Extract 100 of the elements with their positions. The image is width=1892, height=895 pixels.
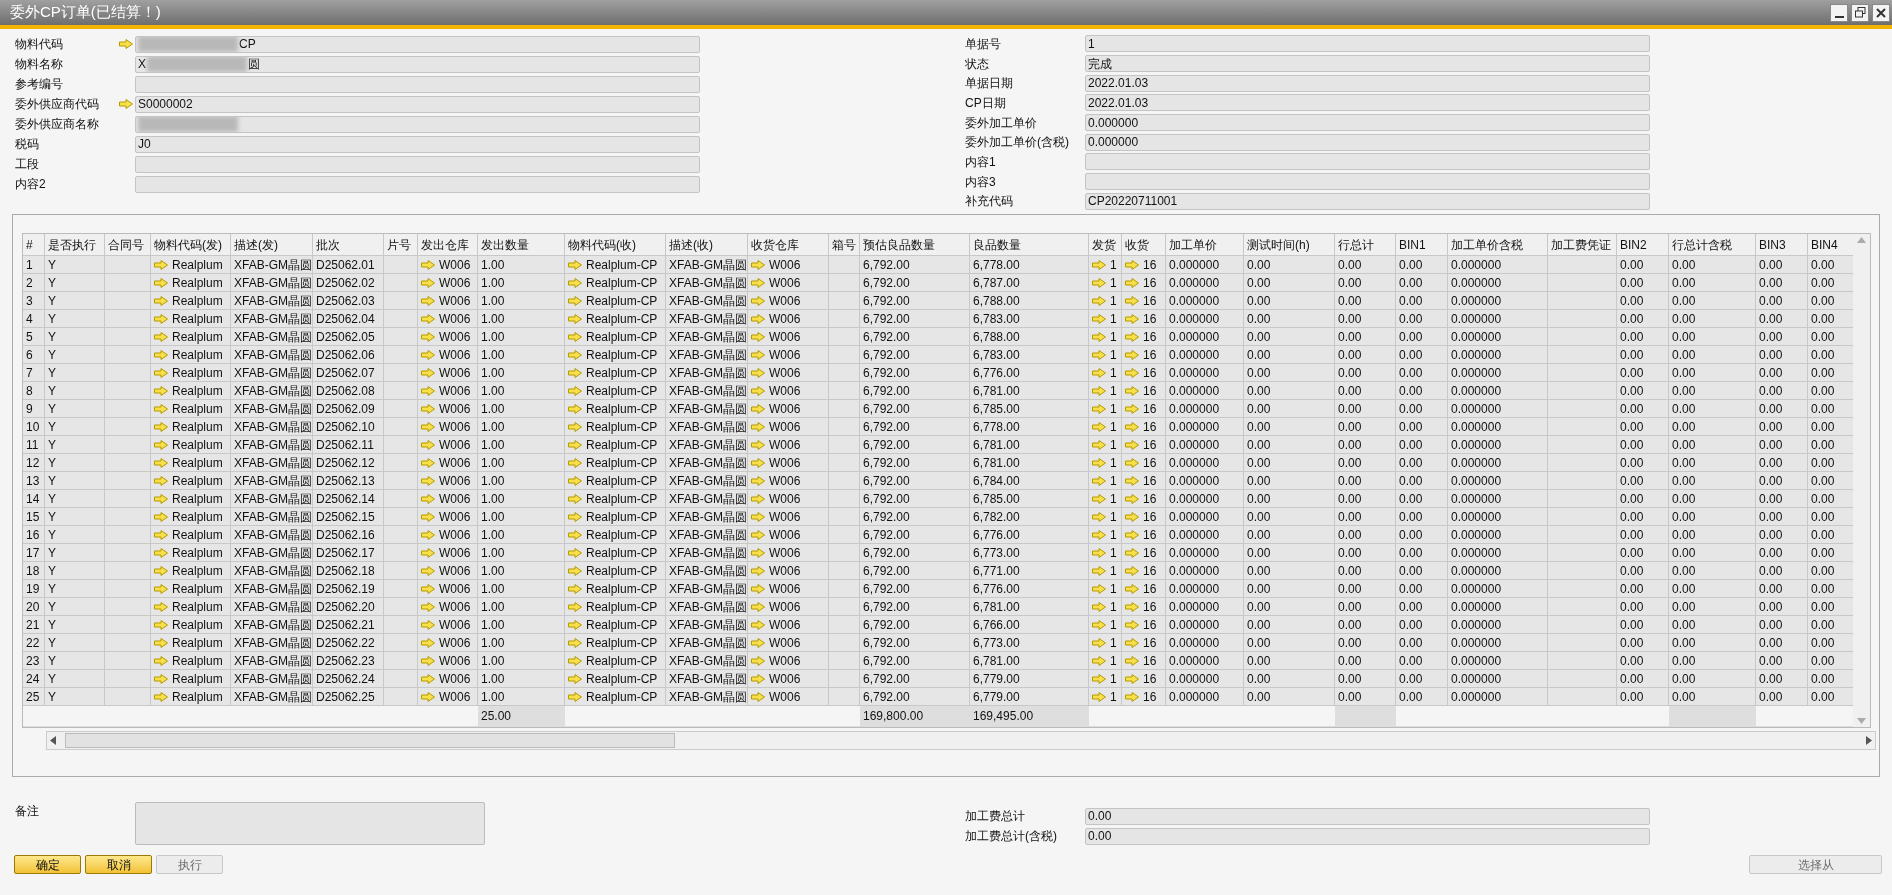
link-arrow-icon[interactable] bbox=[1092, 385, 1106, 396]
link-arrow-icon[interactable] bbox=[421, 583, 435, 594]
link-arrow-icon[interactable] bbox=[421, 457, 435, 468]
link-arrow-icon[interactable] bbox=[1125, 367, 1139, 378]
link-arrow-icon[interactable] bbox=[119, 39, 133, 49]
text-field[interactable] bbox=[135, 75, 700, 93]
text-field[interactable]: 2022.01.03 bbox=[1085, 94, 1650, 112]
link-arrow-icon[interactable] bbox=[154, 331, 168, 342]
link-arrow-icon[interactable] bbox=[421, 367, 435, 378]
text-field[interactable]: 完成 bbox=[1085, 55, 1650, 72]
link-arrow-icon[interactable] bbox=[119, 99, 133, 109]
link-arrow-icon[interactable] bbox=[751, 673, 765, 684]
link-arrow-icon[interactable] bbox=[568, 529, 582, 540]
link-arrow-icon[interactable] bbox=[421, 565, 435, 576]
table-row[interactable]: 5 Y Realplum XFAB-GM晶圆 D25062.05 W006 1.00 Realplum-CP XFAB-GM晶圆 W006 6,792.00 6,788.00 1 16 0.000000 0.00 0.00 0.00 0.000000 0.00 0.00 0.00 0.00 bbox=[23, 328, 1854, 346]
link-arrow-icon[interactable] bbox=[421, 259, 435, 270]
link-arrow-icon[interactable] bbox=[1092, 295, 1106, 306]
link-arrow-icon[interactable] bbox=[1092, 547, 1106, 558]
link-arrow-icon[interactable] bbox=[751, 439, 765, 450]
link-arrow-icon[interactable] bbox=[421, 385, 435, 396]
text-field[interactable] bbox=[1085, 173, 1650, 191]
link-arrow-icon[interactable] bbox=[1092, 349, 1106, 360]
link-arrow-icon[interactable] bbox=[154, 403, 168, 414]
link-arrow-icon[interactable] bbox=[568, 511, 582, 522]
link-arrow-icon[interactable] bbox=[751, 547, 765, 558]
horizontal-scrollbar[interactable] bbox=[46, 731, 1876, 750]
link-arrow-icon[interactable] bbox=[1125, 493, 1139, 504]
link-arrow-icon[interactable] bbox=[154, 421, 168, 432]
link-arrow-icon[interactable] bbox=[568, 439, 582, 450]
link-arrow-icon[interactable] bbox=[1125, 637, 1139, 648]
link-arrow-icon[interactable] bbox=[1092, 529, 1106, 540]
link-arrow-icon[interactable] bbox=[568, 565, 582, 576]
action-button[interactable]: 取消 bbox=[85, 855, 152, 874]
link-arrow-icon[interactable] bbox=[421, 403, 435, 414]
link-arrow-icon[interactable] bbox=[154, 619, 168, 630]
link-arrow-icon[interactable] bbox=[421, 547, 435, 558]
table-row[interactable]: 9 Y Realplum XFAB-GM晶圆 D25062.09 W006 1.00 Realplum-CP XFAB-GM晶圆 W006 6,792.00 6,785.00 1 16 0.000000 0.00 0.00 0.00 0.000000 0.00 0.00 0.00 0.00 bbox=[23, 400, 1854, 418]
link-arrow-icon[interactable] bbox=[568, 277, 582, 288]
link-arrow-icon[interactable] bbox=[751, 619, 765, 630]
link-arrow-icon[interactable] bbox=[1125, 655, 1139, 666]
table-row[interactable]: 21 Y Realplum XFAB-GM晶圆 D25062.21 W006 1.00 Realplum-CP XFAB-GM晶圆 W006 6,792.00 6,766.00 1 16 0.000000 0.00 0.00 0.00 0.000000 0.00 0.00 0.00 0.00 bbox=[23, 616, 1854, 634]
link-arrow-icon[interactable] bbox=[154, 547, 168, 558]
link-arrow-icon[interactable] bbox=[421, 637, 435, 648]
link-arrow-icon[interactable] bbox=[1092, 259, 1106, 270]
text-field[interactable]: 0.00 bbox=[1085, 807, 1650, 825]
link-arrow-icon[interactable] bbox=[421, 691, 435, 702]
link-arrow-icon[interactable] bbox=[568, 331, 582, 342]
link-arrow-icon[interactable] bbox=[751, 601, 765, 612]
table-row[interactable]: 13 Y Realplum XFAB-GM晶圆 D25062.13 W006 1.00 Realplum-CP XFAB-GM晶圆 W006 6,792.00 6,784.00 1 16 0.000000 0.00 0.00 0.00 0.000000 0.00 0.00 0.00 0.00 bbox=[23, 472, 1854, 490]
table-row[interactable]: 23 Y Realplum XFAB-GM晶圆 D25062.23 W006 1.00 Realplum-CP XFAB-GM晶圆 W006 6,792.00 6,781.00 1 16 0.000000 0.00 0.00 0.00 0.000000 0.00 0.00 0.00 0.00 bbox=[23, 652, 1854, 670]
link-arrow-icon[interactable] bbox=[154, 349, 168, 360]
table-row[interactable]: 8 Y Realplum XFAB-GM晶圆 D25062.08 W006 1.00 Realplum-CP XFAB-GM晶圆 W006 6,792.00 6,781.00 1 16 0.000000 0.00 0.00 0.00 0.000000 0.00 0.00 0.00 0.00 bbox=[23, 382, 1854, 400]
link-arrow-icon[interactable] bbox=[568, 259, 582, 270]
link-arrow-icon[interactable] bbox=[568, 457, 582, 468]
link-arrow-icon[interactable] bbox=[421, 439, 435, 450]
link-arrow-icon[interactable] bbox=[751, 313, 765, 324]
table-row[interactable]: 10 Y Realplum XFAB-GM晶圆 D25062.10 W006 1.00 Realplum-CP XFAB-GM晶圆 W006 6,792.00 6,778.00 1 16 0.000000 0.00 0.00 0.00 0.000000 0.00 0.00 0.00 0.00 bbox=[23, 418, 1854, 436]
link-arrow-icon[interactable] bbox=[1125, 349, 1139, 360]
link-arrow-icon[interactable] bbox=[421, 529, 435, 540]
minimize-button[interactable] bbox=[1830, 3, 1848, 22]
link-arrow-icon[interactable] bbox=[421, 349, 435, 360]
link-arrow-icon[interactable] bbox=[1092, 583, 1106, 594]
link-arrow-icon[interactable] bbox=[154, 439, 168, 450]
link-arrow-icon[interactable] bbox=[568, 403, 582, 414]
table-row[interactable]: 1 Y Realplum XFAB-GM晶圆 D25062.01 W006 1.00 Realplum-CP XFAB-GM晶圆 W006 6,792.00 6,778.00 1 16 0.000000 0.00 0.00 0.00 0.000000 0.00 0.00 0.00 0.00 bbox=[23, 256, 1854, 274]
text-field[interactable]: X 圆 bbox=[135, 55, 700, 73]
link-arrow-icon[interactable] bbox=[421, 673, 435, 684]
scroll-up-icon[interactable] bbox=[1857, 237, 1867, 243]
table-row[interactable]: 12 Y Realplum XFAB-GM晶圆 D25062.12 W006 1.00 Realplum-CP XFAB-GM晶圆 W006 6,792.00 6,781.00 1 16 0.000000 0.00 0.00 0.00 0.000000 0.00 0.00 0.00 0.00 bbox=[23, 454, 1854, 472]
link-arrow-icon[interactable] bbox=[751, 637, 765, 648]
link-arrow-icon[interactable] bbox=[568, 295, 582, 306]
link-arrow-icon[interactable] bbox=[1092, 475, 1106, 486]
link-arrow-icon[interactable] bbox=[1092, 277, 1106, 288]
link-arrow-icon[interactable] bbox=[1125, 565, 1139, 576]
link-arrow-icon[interactable] bbox=[1092, 457, 1106, 468]
link-arrow-icon[interactable] bbox=[1092, 601, 1106, 612]
link-arrow-icon[interactable] bbox=[1092, 655, 1106, 666]
link-arrow-icon[interactable] bbox=[154, 601, 168, 612]
text-field[interactable] bbox=[135, 115, 700, 133]
link-arrow-icon[interactable] bbox=[1092, 619, 1106, 630]
link-arrow-icon[interactable] bbox=[154, 511, 168, 522]
link-arrow-icon[interactable] bbox=[751, 511, 765, 522]
link-arrow-icon[interactable] bbox=[751, 457, 765, 468]
link-arrow-icon[interactable] bbox=[568, 349, 582, 360]
link-arrow-icon[interactable] bbox=[751, 493, 765, 504]
link-arrow-icon[interactable] bbox=[421, 619, 435, 630]
table-row[interactable]: 22 Y Realplum XFAB-GM晶圆 D25062.22 W006 1.00 Realplum-CP XFAB-GM晶圆 W006 6,792.00 6,773.00 1 16 0.000000 0.00 0.00 0.00 0.000000 0.00 0.00 0.00 0.00 bbox=[23, 634, 1854, 652]
table-row[interactable]: 11 Y Realplum XFAB-GM晶圆 D25062.11 W006 1.00 Realplum-CP XFAB-GM晶圆 W006 6,792.00 6,781.00 1 16 0.000000 0.00 0.00 0.00 0.000000 0.00 0.00 0.00 0.00 bbox=[23, 436, 1854, 454]
table-row[interactable]: 20 Y Realplum XFAB-GM晶圆 D25062.20 W006 1.00 Realplum-CP XFAB-GM晶圆 W006 6,792.00 6,781.00 1 16 0.000000 0.00 0.00 0.00 0.000000 0.00 0.00 0.00 0.00 bbox=[23, 598, 1854, 616]
link-arrow-icon[interactable] bbox=[751, 277, 765, 288]
link-arrow-icon[interactable] bbox=[154, 475, 168, 486]
text-field[interactable]: 0.000000 bbox=[1085, 133, 1650, 151]
link-arrow-icon[interactable] bbox=[1092, 691, 1106, 702]
table-row[interactable]: 2 Y Realplum XFAB-GM晶圆 D25062.02 W006 1.00 Realplum-CP XFAB-GM晶圆 W006 6,792.00 6,787.00 1 16 0.000000 0.00 0.00 0.00 0.000000 0.00 0.00 0.00 0.00 bbox=[23, 274, 1854, 292]
link-arrow-icon[interactable] bbox=[154, 367, 168, 378]
link-arrow-icon[interactable] bbox=[1125, 385, 1139, 396]
link-arrow-icon[interactable] bbox=[1125, 511, 1139, 522]
link-arrow-icon[interactable] bbox=[1125, 403, 1139, 414]
link-arrow-icon[interactable] bbox=[154, 691, 168, 702]
text-field[interactable]: CP bbox=[135, 35, 700, 53]
